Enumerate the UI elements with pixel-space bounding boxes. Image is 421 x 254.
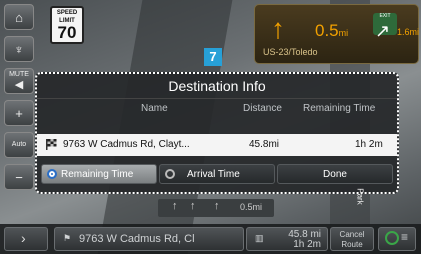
speed-limit-label: SPEED xyxy=(56,10,78,16)
compass-icon: ♆ xyxy=(14,41,24,57)
lane-arrow-icon: ↑ xyxy=(172,200,178,212)
lane-guidance-bar: ↑ ↑ ↑ 0.5mi xyxy=(158,199,274,217)
destination-info-dialog: Destination Info Name Distance Remaining… xyxy=(35,72,399,194)
cancel-route-label: Cancel xyxy=(339,230,365,239)
done-button[interactable]: Done xyxy=(277,164,393,184)
done-label: Done xyxy=(323,168,347,180)
tab-remaining-time[interactable]: Remaining Time xyxy=(41,164,157,184)
lane-arrow-icon: ↑ xyxy=(214,200,220,212)
zoom-out-icon: − xyxy=(15,169,23,185)
tab-label: Remaining Time xyxy=(61,168,134,180)
exit-distance-unit: mi xyxy=(409,27,420,37)
destination-row[interactable]: 9763 W Cadmus Rd, Clayt... 45.8mi 1h 2m xyxy=(37,134,397,156)
speed-limit-value: 70 xyxy=(57,23,77,42)
column-header-name: Name xyxy=(141,103,168,114)
trip-icon: ▥ xyxy=(255,233,264,243)
speed-limit-sign: SPEED LIMIT 70 xyxy=(50,6,84,44)
cancel-route-label: Route xyxy=(341,240,363,249)
navigation-screen: ⌂ ♆ MUTE ◀ + Auto − SPEED LIMIT 70 ↑ 0.5… xyxy=(0,0,421,254)
tab-arrival-time[interactable]: Arrival Time xyxy=(159,164,275,184)
map-control-column: ⌂ ♆ MUTE ◀ + Auto − xyxy=(4,4,34,196)
exit-arrow-icon: ↗ xyxy=(375,21,391,41)
route-menu-icon xyxy=(385,231,399,245)
destination-name: 9763 W Cadmus Rd, Clayt... xyxy=(63,139,190,150)
column-header-remaining-time: Remaining Time xyxy=(303,103,376,114)
destination-remaining-time: 1h 2m xyxy=(355,139,383,150)
turn-distance-value: 0.5 xyxy=(315,21,339,40)
auto-zoom-icon: Auto xyxy=(11,141,27,148)
cancel-route-button[interactable]: Cancel Route xyxy=(330,227,374,251)
lane-arrow-icon: ↑ xyxy=(190,200,196,212)
turn-guidance-card[interactable]: ↑ 0.5mi US-23/Toledo EXIT ↗ 1.6mi xyxy=(254,4,419,64)
bottom-status-bar: › ⚑ 9763 W Cadmus Rd, Cl ▥ 45.8 mi 1h 2m… xyxy=(0,224,421,254)
destination-flag-icon xyxy=(46,139,57,150)
radio-unselected-icon xyxy=(165,169,175,179)
tab-label: Arrival Time xyxy=(187,168,240,180)
mute-button[interactable]: MUTE ◀ xyxy=(4,68,34,94)
column-header-row: Name Distance Remaining Time xyxy=(37,99,397,117)
time-option-tabs: Remaining Time Arrival Time Done xyxy=(37,164,397,186)
home-button[interactable]: ⌂ xyxy=(4,4,34,30)
radio-selected-icon xyxy=(47,169,57,179)
destination-address: 9763 W Cadmus Rd, Cl xyxy=(79,233,195,245)
route-name: US-23/Toledo xyxy=(263,47,318,57)
mute-icon: ◀ xyxy=(14,79,24,91)
list-icon: ≡ xyxy=(401,230,409,244)
zoom-in-button[interactable]: + xyxy=(4,100,34,126)
dialog-title: Destination Info xyxy=(37,74,397,99)
destination-icon: ⚑ xyxy=(63,233,72,243)
map-label: Park xyxy=(355,188,365,205)
turn-distance-unit: mi xyxy=(338,28,349,38)
exit-label: EXIT xyxy=(379,13,391,19)
column-header-distance: Distance xyxy=(243,103,282,114)
destination-distance: 45.8mi xyxy=(249,139,280,150)
auto-zoom-button[interactable]: Auto xyxy=(4,132,34,158)
exit-distance-value: 1.6 xyxy=(397,27,410,37)
exit-distance: 1.6mi xyxy=(397,27,419,37)
straight-arrow-icon: ↑ xyxy=(271,13,285,44)
route-menu-button[interactable]: ≡ xyxy=(378,227,416,251)
zoom-in-icon: + xyxy=(15,105,23,121)
mute-label: MUTE xyxy=(9,71,29,78)
remaining-time: 1h 2m xyxy=(293,239,321,250)
callout-badge: 7 xyxy=(204,48,222,66)
turn-distance: 0.5mi xyxy=(315,21,348,41)
zoom-out-button[interactable]: − xyxy=(4,164,34,190)
home-icon: ⌂ xyxy=(15,9,23,25)
compass-button[interactable]: ♆ xyxy=(4,36,34,62)
lane-distance: 0.5mi xyxy=(240,202,263,212)
chevron-right-icon: › xyxy=(21,230,26,246)
trip-summary[interactable]: ▥ 45.8 mi 1h 2m xyxy=(246,227,328,251)
menu-expand-button[interactable]: › xyxy=(4,227,48,251)
destination-bar[interactable]: ⚑ 9763 W Cadmus Rd, Cl xyxy=(54,227,244,251)
